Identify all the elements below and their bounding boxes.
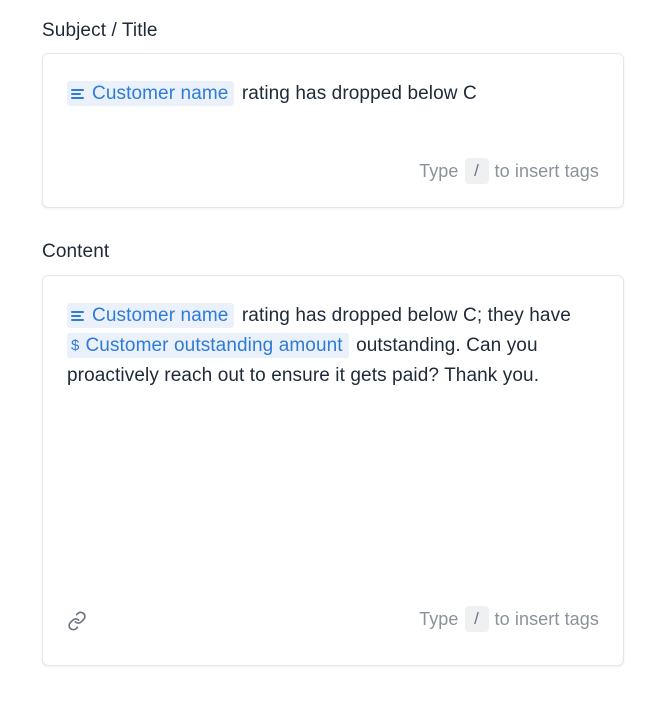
dollar-icon: $ [71,337,80,354]
subject-text[interactable]: Customer name rating has dropped below C [67,79,603,109]
link-icon[interactable] [67,611,87,631]
content-text[interactable]: Customer name rating has dropped below C… [67,301,603,391]
subject-editor[interactable]: Customer name rating has dropped below C… [42,53,624,208]
content-editor[interactable]: Customer name rating has dropped below C… [42,275,624,666]
hint-prefix: Type [419,160,459,181]
customer-name-tag-label: Customer name [92,305,229,326]
content-body-text-1: rating has dropped below C; they have [236,305,571,326]
customer-outstanding-amount-tag[interactable]: $ Customer outstanding amount [67,333,349,358]
message-editor: Subject / Title Customer name rating has… [0,0,662,704]
content-label: Content [42,241,110,262]
subject-body-text: rating has dropped below C [236,83,477,104]
subject-label: Subject / Title [42,20,158,41]
customer-name-tag[interactable]: Customer name [67,303,235,328]
customer-name-tag[interactable]: Customer name [67,81,235,106]
insert-tags-hint: Type / to insert tags [419,158,599,184]
customer-name-tag-label: Customer name [92,83,229,104]
text-lines-icon [71,88,84,100]
slash-key: / [464,606,489,632]
hint-suffix: to insert tags [494,608,599,629]
customer-outstanding-amount-tag-label: Customer outstanding amount [85,335,343,356]
insert-tags-hint: Type / to insert tags [419,606,599,632]
text-lines-icon [71,310,84,322]
hint-suffix: to insert tags [494,160,599,181]
slash-key: / [464,158,489,184]
hint-prefix: Type [419,608,459,629]
